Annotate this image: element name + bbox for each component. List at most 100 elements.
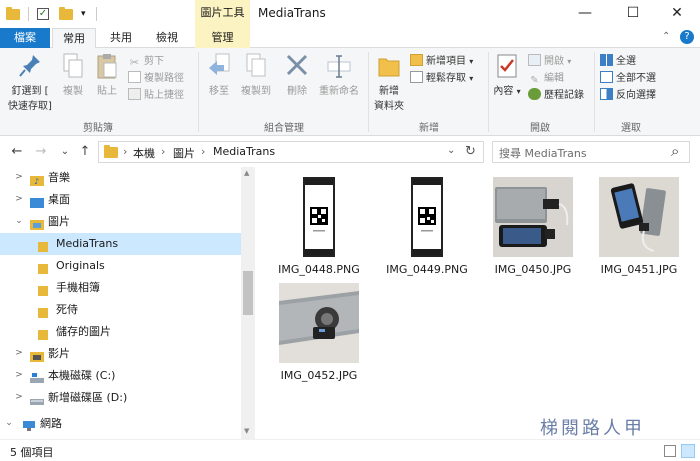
breadcrumb-pictures[interactable]: 圖片 — [173, 145, 195, 161]
nav-item-music[interactable]: > ♪ 音樂 — [0, 167, 241, 189]
file-tile[interactable]: IMG_0448.PNG — [266, 177, 372, 281]
select-all-icon — [600, 54, 613, 66]
scroll-up-arrow-icon[interactable]: ▲ — [244, 169, 249, 177]
dropdown-arrow-icon: ▾ — [469, 57, 474, 66]
copy-button[interactable]: 複製 — [58, 52, 88, 97]
scrollbar-thumb[interactable] — [243, 271, 253, 315]
nav-item-phone-album[interactable]: 手機相簿 — [0, 277, 241, 299]
nav-item-videos[interactable]: > 影片 — [0, 343, 241, 365]
file-name: IMG_0449.PNG — [386, 263, 468, 276]
select-small-buttons: 全選 全部不選 反向選擇 — [600, 54, 656, 105]
move-to-button[interactable]: 移至 — [204, 52, 234, 97]
new-folder-label-line2: 資料夾 — [374, 101, 404, 112]
status-bar: 5 個項目 — [0, 439, 700, 461]
details-view-icon[interactable] — [664, 445, 676, 457]
up-button[interactable]: ↑ — [76, 143, 94, 161]
select-none-button[interactable]: 全部不選 — [600, 71, 656, 88]
nav-item-originals[interactable]: Originals — [0, 255, 241, 277]
easy-access-icon — [410, 71, 423, 83]
address-dropdown-button[interactable]: ⌄ — [447, 145, 455, 156]
open-small-buttons: 開啟 ▾ ✎ 編輯 歷程記錄 — [528, 54, 584, 105]
recent-locations-button[interactable]: ⌄ — [56, 143, 74, 161]
file-tile[interactable]: IMG_0452.JPG — [266, 283, 372, 387]
file-tile[interactable]: IMG_0451.JPG — [586, 177, 692, 281]
tab-home[interactable]: 常用 — [52, 28, 96, 49]
nav-item-local-disk-c[interactable]: > 本機磁碟 (C:) — [0, 365, 241, 387]
file-tile[interactable]: IMG_0449.PNG — [374, 177, 480, 281]
easy-access-button[interactable]: 輕鬆存取 ▾ — [410, 71, 473, 88]
invert-selection-icon — [600, 88, 613, 100]
new-item-button[interactable]: 新增項目 ▾ — [410, 54, 473, 71]
pin-label-line1: 釘選到 [ — [11, 86, 49, 97]
nav-item-saved-pictures[interactable]: 儲存的圖片 — [0, 321, 241, 343]
clipboard-small-buttons: ✂ 剪下 複製路徑 貼上捷徑 — [128, 54, 184, 105]
scissors-icon: ✂ — [129, 56, 140, 69]
new-small-buttons: 新增項目 ▾ 輕鬆存取 ▾ — [410, 54, 473, 88]
chevron-right-icon[interactable]: > — [14, 387, 24, 408]
scroll-down-arrow-icon[interactable]: ▼ — [244, 427, 249, 435]
paste-shortcut-button[interactable]: 貼上捷徑 — [128, 88, 184, 105]
chevron-right-icon[interactable]: > — [14, 365, 24, 386]
breadcrumb-separator: › — [161, 145, 166, 158]
maximize-button[interactable]: ☐ — [610, 0, 656, 28]
delete-button[interactable]: 刪除 — [282, 52, 312, 97]
nav-item-pictures[interactable]: ⌄ 圖片 — [0, 211, 241, 233]
nav-item-mediatrans[interactable]: MediaTrans — [0, 233, 241, 255]
copy-label: 複製 — [63, 86, 83, 97]
file-name: IMG_0448.PNG — [278, 263, 360, 276]
tab-manage[interactable]: 管理 — [195, 28, 250, 48]
breadcrumb-mediatrans[interactable]: MediaTrans — [213, 145, 275, 158]
back-button[interactable]: ← — [8, 143, 26, 161]
breadcrumb-this-pc[interactable]: 本機 — [133, 145, 155, 161]
window-title: MediaTrans — [258, 6, 326, 20]
history-icon — [528, 88, 541, 100]
group-separator — [488, 52, 489, 132]
nav-item-deadpool[interactable]: 死侍 — [0, 299, 241, 321]
search-input[interactable]: 搜尋 MediaTrans — [499, 145, 587, 161]
history-button[interactable]: 歷程記錄 — [528, 88, 584, 105]
new-folder-button[interactable]: 新增 資料夾 — [372, 52, 406, 112]
close-button[interactable]: ✕ — [654, 0, 700, 28]
nav-item-network[interactable]: ⌄ 網路 — [0, 413, 241, 435]
chevron-right-icon[interactable]: > — [14, 189, 24, 210]
rename-button[interactable]: 重新命名 — [316, 52, 362, 97]
minimize-button[interactable]: — — [562, 0, 608, 28]
properties-check-icon[interactable]: ✓ — [37, 8, 49, 20]
help-icon[interactable]: ? — [680, 30, 694, 44]
item-count: 5 個項目 — [10, 446, 54, 459]
new-folder-icon[interactable] — [59, 6, 73, 20]
paste-button[interactable]: 貼上 — [92, 52, 122, 97]
large-icons-view-icon[interactable] — [681, 444, 695, 458]
refresh-button[interactable]: ↻ — [465, 144, 476, 159]
properties-button[interactable]: 內容 ▾ — [492, 52, 522, 97]
file-tile[interactable]: IMG_0450.JPG — [480, 177, 586, 281]
tab-view[interactable]: 檢視 — [146, 28, 188, 48]
folder-icon[interactable] — [6, 6, 20, 20]
cut-button[interactable]: ✂ 剪下 — [128, 54, 184, 71]
chevron-down-icon[interactable]: ⌄ — [4, 413, 14, 434]
search-icon[interactable]: ⌕ — [671, 142, 679, 160]
delete-x-icon — [284, 52, 310, 80]
chevron-down-icon[interactable]: ⌄ — [14, 211, 24, 232]
forward-button[interactable]: → — [32, 143, 50, 161]
chevron-right-icon[interactable]: > — [14, 167, 24, 188]
search-box[interactable]: 搜尋 MediaTrans ⌕ — [492, 141, 690, 163]
qat-dropdown-icon[interactable]: ▾ — [81, 9, 86, 19]
copy-path-button[interactable]: 複製路徑 — [128, 71, 184, 88]
tab-share[interactable]: 共用 — [100, 28, 142, 48]
nav-item-desktop[interactable]: > 桌面 — [0, 189, 241, 211]
invert-selection-button[interactable]: 反向選擇 — [600, 88, 656, 105]
select-all-button[interactable]: 全選 — [600, 54, 656, 71]
collapse-ribbon-icon[interactable]: ⌃ — [662, 31, 670, 42]
open-icon — [528, 54, 541, 66]
edit-button[interactable]: ✎ 編輯 — [528, 71, 584, 88]
address-bar[interactable]: › 本機 › 圖片 › MediaTrans ⌄ ↻ — [98, 141, 484, 163]
tab-file[interactable]: 檔案 — [0, 28, 50, 48]
file-name: IMG_0450.JPG — [494, 263, 572, 276]
chevron-right-icon[interactable]: > — [14, 343, 24, 364]
pin-to-quick-access-button[interactable]: 釘選到 [ 快速存取] — [4, 52, 56, 112]
nav-item-new-volume-d[interactable]: > 新增磁碟區 (D:) — [0, 387, 241, 409]
drive-icon — [30, 392, 44, 413]
copy-to-button[interactable]: 複製到 — [236, 52, 276, 97]
open-button[interactable]: 開啟 ▾ — [528, 54, 584, 71]
